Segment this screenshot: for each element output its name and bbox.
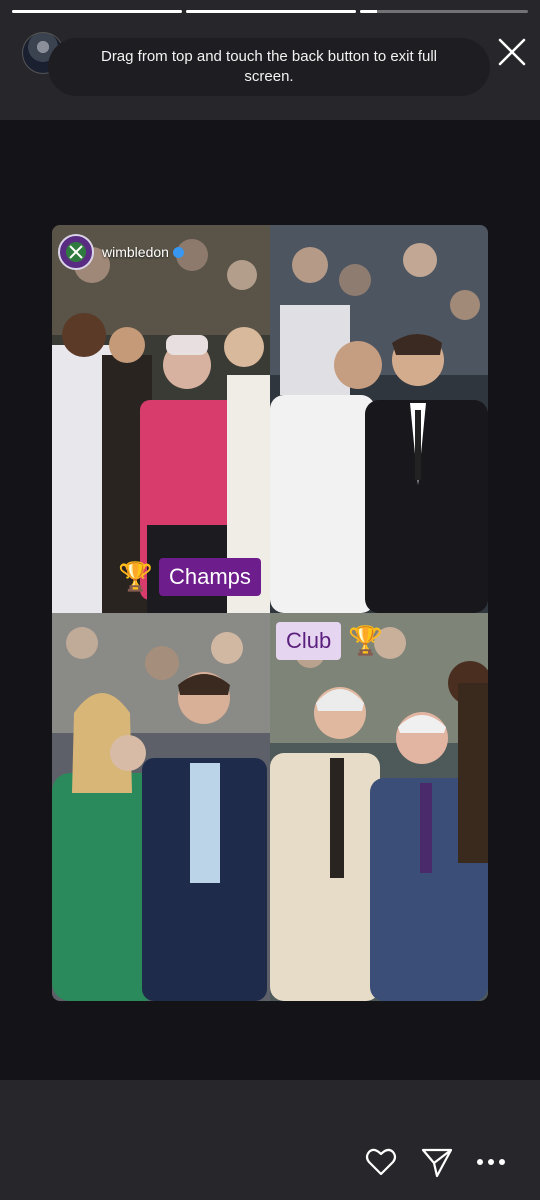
progress-fill-2 — [186, 10, 356, 13]
progress-segment-1 — [12, 10, 182, 13]
heart-icon[interactable] — [364, 1145, 398, 1179]
account-handle[interactable]: wimbledon — [58, 234, 184, 270]
progress-segment-2 — [186, 10, 356, 13]
trophy-icon: 🏆 — [118, 561, 153, 592]
toast-message: Drag from top and touch the back button … — [100, 48, 438, 85]
champs-label: Champs — [169, 564, 251, 589]
progress-fill-1 — [12, 10, 182, 13]
story-footer — [0, 1080, 540, 1200]
send-icon[interactable] — [420, 1145, 454, 1179]
champs-sticker: Champs — [159, 558, 261, 596]
wimbledon-logo — [58, 234, 94, 270]
account-name: wimbledon — [102, 244, 169, 260]
photo-club-right — [270, 613, 488, 1001]
photo-club-left — [52, 613, 270, 1001]
more-icon[interactable] — [474, 1145, 508, 1179]
club-sticker: Club — [276, 622, 342, 660]
progress-fill-3 — [360, 10, 377, 13]
club-label: Club — [286, 628, 332, 653]
verified-badge-icon — [172, 246, 184, 258]
photo-champs-left — [52, 225, 270, 613]
progress-segment-3 — [360, 10, 528, 13]
fullscreen-toast: Drag from top and touch the back button … — [48, 38, 490, 96]
trophy-icon: 🏆 — [348, 625, 383, 656]
close-icon[interactable] — [496, 36, 528, 68]
photo-collage[interactable] — [52, 225, 488, 1001]
photo-champs-right — [270, 225, 488, 613]
